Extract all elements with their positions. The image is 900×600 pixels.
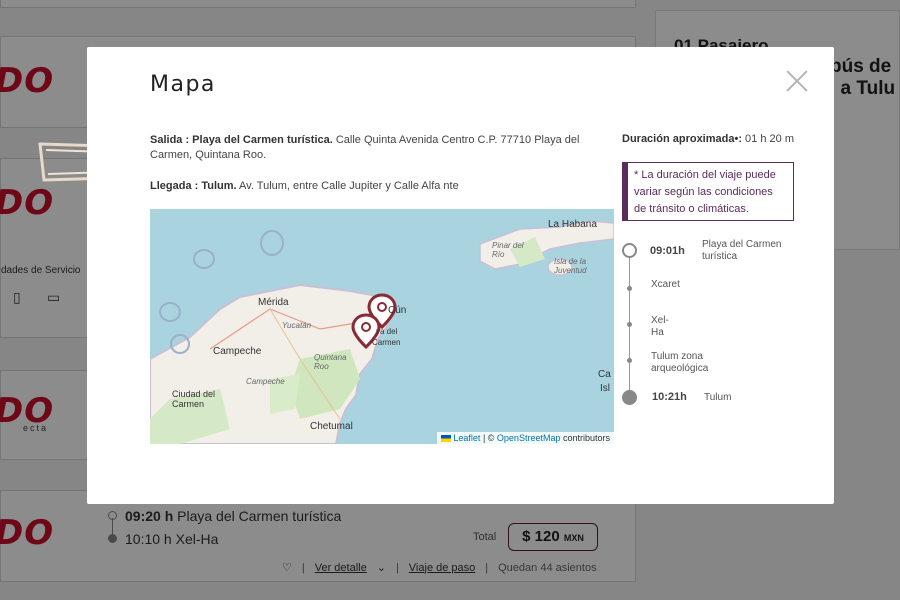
map-modal: Mapa Salida : Playa del Carmen turística…	[87, 47, 834, 504]
close-button[interactable]	[785, 69, 809, 93]
map-label: Yucatán	[282, 321, 312, 330]
end-stop-icon	[622, 390, 637, 405]
map-label: Cún	[388, 305, 407, 316]
map-label: Isla de la Juventud	[554, 257, 587, 275]
map-attribution: Leaflet | © OpenStreetMap contributors	[437, 432, 614, 444]
stop-name: Tulum zona arqueológica	[651, 351, 709, 374]
map-label: Mérida	[258, 297, 289, 308]
route-map[interactable]: La Habana Pinar del Río Isla de la Juven…	[150, 209, 614, 444]
map-label: Isl	[600, 383, 610, 394]
start-stop-icon	[622, 243, 637, 258]
map-label: Ca	[598, 369, 611, 380]
modal-title: Mapa	[150, 72, 216, 97]
stop-dot-icon	[627, 322, 632, 327]
duration-info: Duración aproximada•: 01 h 20 m	[622, 133, 794, 145]
stop-name: Tulum	[704, 392, 732, 403]
map-label: La Habana	[548, 219, 597, 230]
departure-info: Salida : Playa del Carmen turística. Cal…	[150, 134, 580, 161]
map-label: Chetumal	[310, 421, 353, 432]
map-label: Campeche	[246, 377, 285, 386]
stop-name: Xel-Ha	[651, 315, 669, 338]
stop-time: 10:21h	[652, 391, 687, 403]
arrival-info: Llegada : Tulum. Av. Tulum, entre Calle …	[150, 180, 459, 192]
stop-time: 09:01h	[650, 245, 685, 257]
map-label: Quintana Roo	[314, 353, 347, 371]
leaflet-link[interactable]: Leaflet	[453, 433, 480, 443]
map-label: ya del	[376, 327, 398, 336]
map-label: Campeche	[213, 346, 262, 357]
osm-link[interactable]: OpenStreetMap	[497, 433, 561, 443]
stop-dot-icon	[627, 358, 632, 363]
map-label: Pinar del Río	[492, 241, 524, 259]
stop-dot-icon	[627, 286, 632, 291]
stop-name: Playa del Carmen turística	[702, 239, 782, 262]
map-label: Carmen	[372, 338, 401, 347]
stop-name: Xcaret	[651, 279, 680, 290]
duration-note: * La duración del viaje puede variar seg…	[622, 162, 794, 221]
ukraine-flag-icon	[441, 435, 452, 443]
map-label: Ciudad del Carmen	[172, 389, 216, 409]
